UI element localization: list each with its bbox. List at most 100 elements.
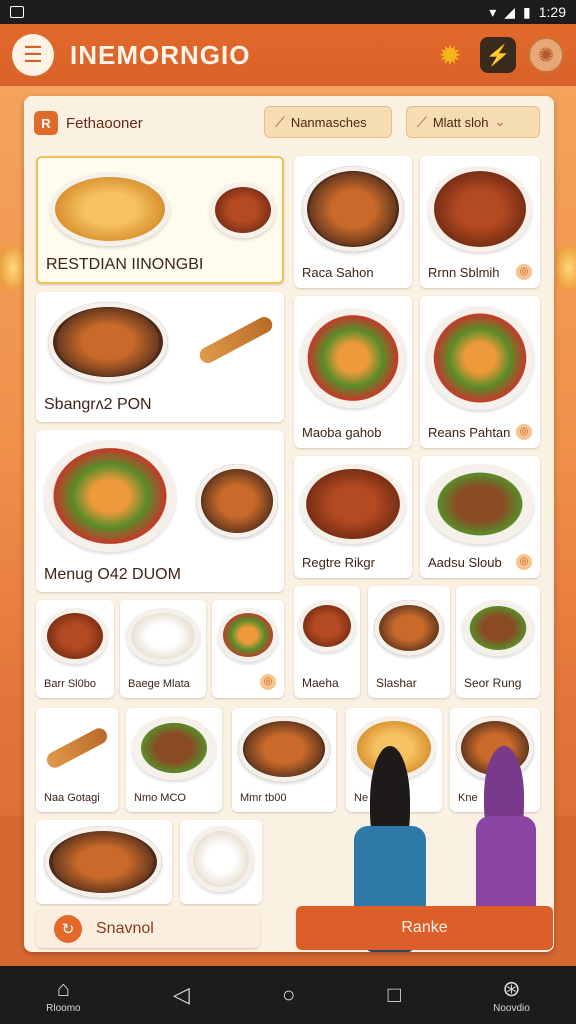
signal-icon: ◢: [504, 3, 516, 20]
dish-image: [126, 608, 200, 664]
menu-card[interactable]: Sbangrᴧ2 PON: [36, 292, 284, 422]
assistant-icon: ⊛: [502, 975, 521, 1001]
dish-image: [300, 308, 406, 408]
menu-item-label: Seor Rung: [464, 676, 522, 690]
nav-home-circle[interactable]: ○: [282, 983, 295, 1007]
rank-button[interactable]: Ranke: [296, 906, 553, 950]
scroll-button-label: Snavnol: [96, 920, 154, 937]
chevron-down-icon: ⌄: [494, 114, 506, 129]
nav-recents[interactable]: □: [388, 983, 401, 1007]
menu-card[interactable]: Baege Mlata: [120, 600, 206, 698]
menu-card[interactable]: Reans Pahtan ◎: [420, 296, 540, 448]
filter-label: Nanmasches: [290, 114, 367, 130]
circle-home-icon: ○: [282, 982, 296, 1007]
dish-image: [196, 314, 276, 366]
menu-button[interactable]: ☰: [12, 34, 54, 76]
menu-card[interactable]: RESTDIAN IINONGBI: [36, 156, 284, 284]
nav-back[interactable]: ◁: [173, 983, 190, 1007]
menu-item-label: Slashar: [376, 676, 417, 690]
dish-image: [50, 172, 170, 246]
dish-image: [44, 440, 176, 552]
menu-item-label: Naa Gotagi: [44, 792, 100, 804]
filter-label: Mlatt sloh: [432, 114, 489, 130]
menu-item-label: Baege Mlata: [128, 678, 190, 690]
menu-card[interactable]: Slashar: [368, 586, 450, 698]
dish-image: [48, 302, 168, 382]
app-bar: ☰ INEMORNGIO ✹ ⚡ ✺: [0, 24, 576, 86]
refresh-icon: ↻: [54, 915, 82, 943]
scroll-button[interactable]: ↻ Snavnol: [36, 910, 260, 948]
info-icon[interactable]: ◎: [516, 264, 532, 280]
menu-item-label: Maoba gahob: [302, 425, 382, 440]
app-title: INEMORNGIO: [70, 39, 251, 70]
dish-image: [462, 600, 534, 656]
menu-card[interactable]: Maoba gahob: [294, 296, 412, 448]
menu-item-label: Mmr tb00: [240, 792, 287, 804]
menu-item-label: Barr Sl0bo: [44, 678, 96, 690]
menu-item-label: Sbangrᴧ2 PON: [44, 396, 152, 413]
menu-card[interactable]: [180, 820, 262, 904]
status-bar: ▾ ◢ ▮ 1:29: [0, 0, 576, 24]
dish-image: [428, 166, 532, 252]
menu-card[interactable]: Mmr tb00: [232, 708, 336, 812]
menu-card[interactable]: Raca Sahon: [294, 156, 412, 288]
flash-icon[interactable]: ⚡: [480, 37, 516, 73]
menu-card[interactable]: Menug O42 DUOM: [36, 430, 284, 592]
recents-icon: □: [387, 982, 401, 1007]
menu-item-label: RESTDIAN IINONGBI: [46, 256, 204, 273]
skewer-icon: ⟋: [417, 113, 427, 130]
hamburger-icon: ☰: [23, 42, 43, 67]
panel-header: R Fethaooner ⟋ Nanmasches ⟋ Mlatt sloh ⌄: [34, 106, 544, 142]
home-icon: ⌂: [56, 975, 70, 1001]
menu-item-label: Raca Sahon: [302, 265, 374, 280]
menu-card[interactable]: Regtre Rikgr: [294, 456, 412, 578]
lamp-right: [556, 246, 576, 290]
battery-icon: ▮: [523, 3, 531, 20]
menu-card[interactable]: ◎: [212, 600, 284, 698]
menu-card[interactable]: [36, 820, 172, 904]
menu-card[interactable]: Rrnn Sblmih ◎: [420, 156, 540, 288]
back-icon: ◁: [172, 982, 190, 1007]
dish-image: [426, 306, 534, 410]
dish-image: [300, 464, 406, 544]
dish-image: [44, 826, 162, 898]
dish-image: [132, 716, 216, 780]
dish-image: [374, 600, 444, 656]
menu-card[interactable]: Maeha: [294, 586, 360, 698]
menu-item-label: Maeha: [302, 676, 339, 690]
menu-item-label: Regtre Rikgr: [302, 555, 375, 570]
nav-home[interactable]: ⌂ Rloomo: [46, 975, 80, 1014]
search-badge-icon[interactable]: ✹: [432, 37, 468, 73]
dish-image: [196, 464, 278, 538]
restaurant-selector[interactable]: R Fethaooner: [34, 106, 143, 140]
info-icon[interactable]: ◎: [516, 424, 532, 440]
dish-image: [42, 608, 108, 664]
dish-image: [238, 716, 330, 782]
notification-icon: [10, 6, 24, 18]
menu-card[interactable]: Seor Rung: [456, 586, 540, 698]
chopsticks-icon: ⟋: [275, 113, 285, 130]
nav-assistant-label: Noovdio: [493, 1002, 530, 1014]
menu-item-label: Reans Pahtan: [428, 425, 511, 440]
dish-image: [210, 182, 276, 238]
dish-image: [298, 600, 356, 652]
filter-button-meat[interactable]: ⟋ Mlatt sloh ⌄: [406, 106, 540, 138]
dish-image: [44, 725, 110, 771]
menu-item-label: Rrnn Sblmih: [428, 265, 500, 280]
restaurant-icon: R: [34, 111, 58, 135]
restaurant-label: Fethaooner: [66, 114, 143, 132]
menu-item-label: Nmo MCO: [134, 792, 186, 804]
nav-assistant[interactable]: ⊛ Noovdio: [493, 975, 530, 1014]
info-icon[interactable]: ◎: [260, 674, 276, 690]
wifi-icon: ▾: [489, 3, 497, 20]
dish-image: [426, 464, 534, 544]
menu-card[interactable]: Aadsu Sloub ◎: [420, 456, 540, 578]
menu-card[interactable]: Naa Gotagi: [36, 708, 118, 812]
info-icon[interactable]: ◎: [516, 554, 532, 570]
settings-icon[interactable]: ✺: [528, 37, 564, 73]
menu-card[interactable]: Barr Sl0bo: [36, 600, 114, 698]
status-time: 1:29: [538, 4, 566, 20]
menu-card[interactable]: Nmo MCO: [126, 708, 222, 812]
system-nav-bar: ⌂ Rloomo ◁ ○ □ ⊛ Noovdio: [0, 966, 576, 1024]
filter-button-dishes[interactable]: ⟋ Nanmasches: [264, 106, 392, 138]
